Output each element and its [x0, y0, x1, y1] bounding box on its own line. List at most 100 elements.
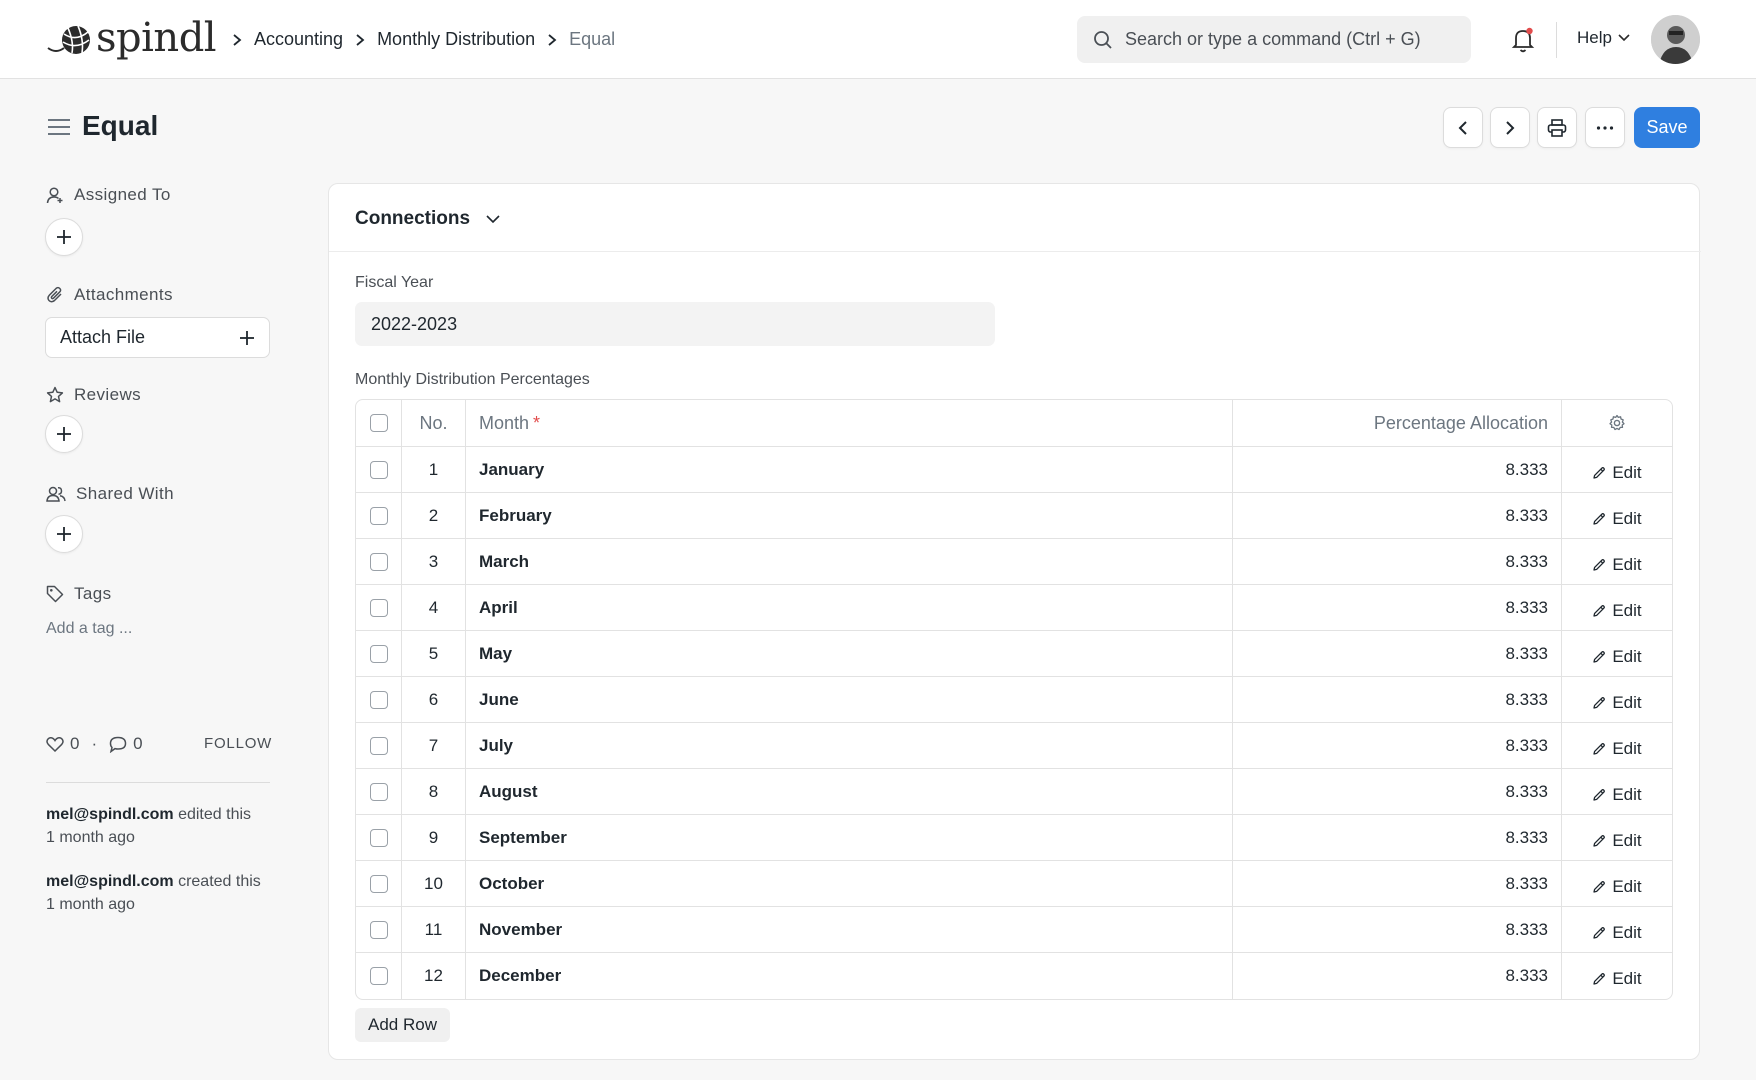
row-month[interactable]: March	[466, 539, 1233, 584]
row-number: 9	[402, 815, 466, 860]
row-checkbox[interactable]	[369, 460, 388, 479]
row-month[interactable]: September	[466, 815, 1233, 860]
row-checkbox[interactable]	[369, 736, 388, 755]
add-share-button[interactable]	[45, 515, 83, 553]
app-logo[interactable]: spindl	[46, 14, 217, 62]
row-edit-button[interactable]: Edit	[1562, 677, 1672, 722]
row-checkbox[interactable]	[369, 506, 388, 525]
row-month[interactable]: August	[466, 769, 1233, 814]
row-checkbox[interactable]	[369, 828, 388, 847]
row-month[interactable]: June	[466, 677, 1233, 722]
row-percentage[interactable]: 8.333	[1233, 447, 1562, 492]
add-tag-input[interactable]: Add a tag ...	[46, 620, 132, 638]
row-percentage[interactable]: 8.333	[1233, 539, 1562, 584]
fiscal-year-input[interactable]	[355, 302, 995, 346]
form-card: Connections Fiscal Year Monthly Distribu…	[328, 183, 1701, 1060]
row-month[interactable]: May	[466, 631, 1233, 676]
row-edit-button[interactable]: Edit	[1562, 861, 1672, 906]
table-row[interactable]: 2 February 8.333 Edit	[356, 493, 1672, 539]
row-month[interactable]: January	[466, 447, 1233, 492]
row-checkbox[interactable]	[369, 644, 388, 663]
row-checkbox[interactable]	[369, 874, 388, 893]
edit-label: Edit	[1612, 784, 1642, 804]
table-row[interactable]: 12 December 8.333 Edit	[356, 953, 1672, 999]
attach-file-button[interactable]: Attach File	[45, 317, 270, 358]
table-row[interactable]: 10 October 8.333 Edit	[356, 861, 1672, 907]
row-percentage[interactable]: 8.333	[1233, 723, 1562, 768]
row-percentage[interactable]: 8.333	[1233, 677, 1562, 722]
row-number: 6	[402, 677, 466, 722]
pencil-icon	[1593, 512, 1606, 525]
row-edit-button[interactable]: Edit	[1562, 493, 1672, 538]
row-checkbox[interactable]	[369, 967, 388, 985]
column-settings-button[interactable]	[1562, 400, 1672, 446]
add-assignee-button[interactable]	[45, 218, 83, 256]
row-edit-button[interactable]: Edit	[1562, 585, 1672, 630]
connections-toggle[interactable]: Connections	[355, 208, 500, 230]
row-checkbox[interactable]	[369, 598, 388, 617]
sidebar-toggle-button[interactable]	[47, 117, 71, 142]
previous-record-button[interactable]	[1443, 107, 1483, 148]
follow-button[interactable]: FOLLOW	[204, 735, 272, 752]
table-row[interactable]: 6 June 8.333 Edit	[356, 677, 1672, 723]
row-percentage[interactable]: 8.333	[1233, 907, 1562, 952]
print-button[interactable]	[1537, 107, 1577, 148]
select-all-checkbox[interactable]	[369, 414, 388, 432]
row-percentage[interactable]: 8.333	[1233, 493, 1562, 538]
more-options-button[interactable]	[1585, 107, 1625, 148]
row-checkbox[interactable]	[369, 782, 388, 801]
search-bar[interactable]	[1077, 16, 1471, 63]
table-row[interactable]: 1 January 8.333 Edit	[356, 447, 1672, 493]
save-button[interactable]: Save	[1634, 107, 1700, 148]
add-row-button[interactable]: Add Row	[355, 1008, 450, 1042]
row-month[interactable]: October	[466, 861, 1233, 906]
pencil-icon	[1593, 650, 1606, 663]
row-edit-button[interactable]: Edit	[1562, 953, 1672, 999]
help-dropdown[interactable]: Help	[1577, 28, 1630, 48]
table-row[interactable]: 9 September 8.333 Edit	[356, 815, 1672, 861]
table-row[interactable]: 4 April 8.333 Edit	[356, 585, 1672, 631]
next-record-button[interactable]	[1490, 107, 1530, 148]
edit-label: Edit	[1612, 646, 1642, 666]
row-edit-button[interactable]: Edit	[1562, 769, 1672, 814]
avatar[interactable]	[1651, 15, 1700, 64]
row-edit-button[interactable]: Edit	[1562, 539, 1672, 584]
comment-icon[interactable]	[109, 736, 127, 753]
table-row[interactable]: 5 May 8.333 Edit	[356, 631, 1672, 677]
row-percentage[interactable]: 8.333	[1233, 815, 1562, 860]
activity-time: 1 month ago	[46, 829, 135, 846]
row-percentage[interactable]: 8.333	[1233, 585, 1562, 630]
add-review-button[interactable]	[45, 415, 83, 453]
row-percentage[interactable]: 8.333	[1233, 631, 1562, 676]
row-checkbox[interactable]	[369, 552, 388, 571]
row-number: 7	[402, 723, 466, 768]
row-edit-button[interactable]: Edit	[1562, 907, 1672, 952]
table-row[interactable]: 7 July 8.333 Edit	[356, 723, 1672, 769]
row-month[interactable]: April	[466, 585, 1233, 630]
table-row[interactable]: 8 August 8.333 Edit	[356, 769, 1672, 815]
row-month[interactable]: November	[466, 907, 1233, 952]
row-month[interactable]: February	[466, 493, 1233, 538]
notifications-button[interactable]	[1510, 26, 1536, 54]
breadcrumb-monthly-distribution[interactable]: Monthly Distribution	[377, 29, 535, 50]
activity-user[interactable]: mel@spindl.com	[46, 873, 174, 890]
row-edit-button[interactable]: Edit	[1562, 815, 1672, 860]
row-checkbox[interactable]	[369, 690, 388, 709]
heart-icon[interactable]	[46, 736, 64, 752]
shared-with-text: Shared With	[76, 484, 174, 503]
row-edit-button[interactable]: Edit	[1562, 723, 1672, 768]
table-row[interactable]: 11 November 8.333 Edit	[356, 907, 1672, 953]
edit-label: Edit	[1612, 462, 1642, 482]
row-edit-button[interactable]: Edit	[1562, 631, 1672, 676]
breadcrumb-accounting[interactable]: Accounting	[254, 29, 343, 50]
activity-user[interactable]: mel@spindl.com	[46, 806, 174, 823]
row-percentage[interactable]: 8.333	[1233, 861, 1562, 906]
row-checkbox[interactable]	[369, 920, 388, 939]
row-month[interactable]: December	[466, 953, 1233, 999]
row-month[interactable]: July	[466, 723, 1233, 768]
row-percentage[interactable]: 8.333	[1233, 769, 1562, 814]
row-percentage[interactable]: 8.333	[1233, 953, 1562, 999]
table-row[interactable]: 3 March 8.333 Edit	[356, 539, 1672, 585]
search-input[interactable]	[1125, 29, 1465, 50]
row-edit-button[interactable]: Edit	[1562, 447, 1672, 492]
